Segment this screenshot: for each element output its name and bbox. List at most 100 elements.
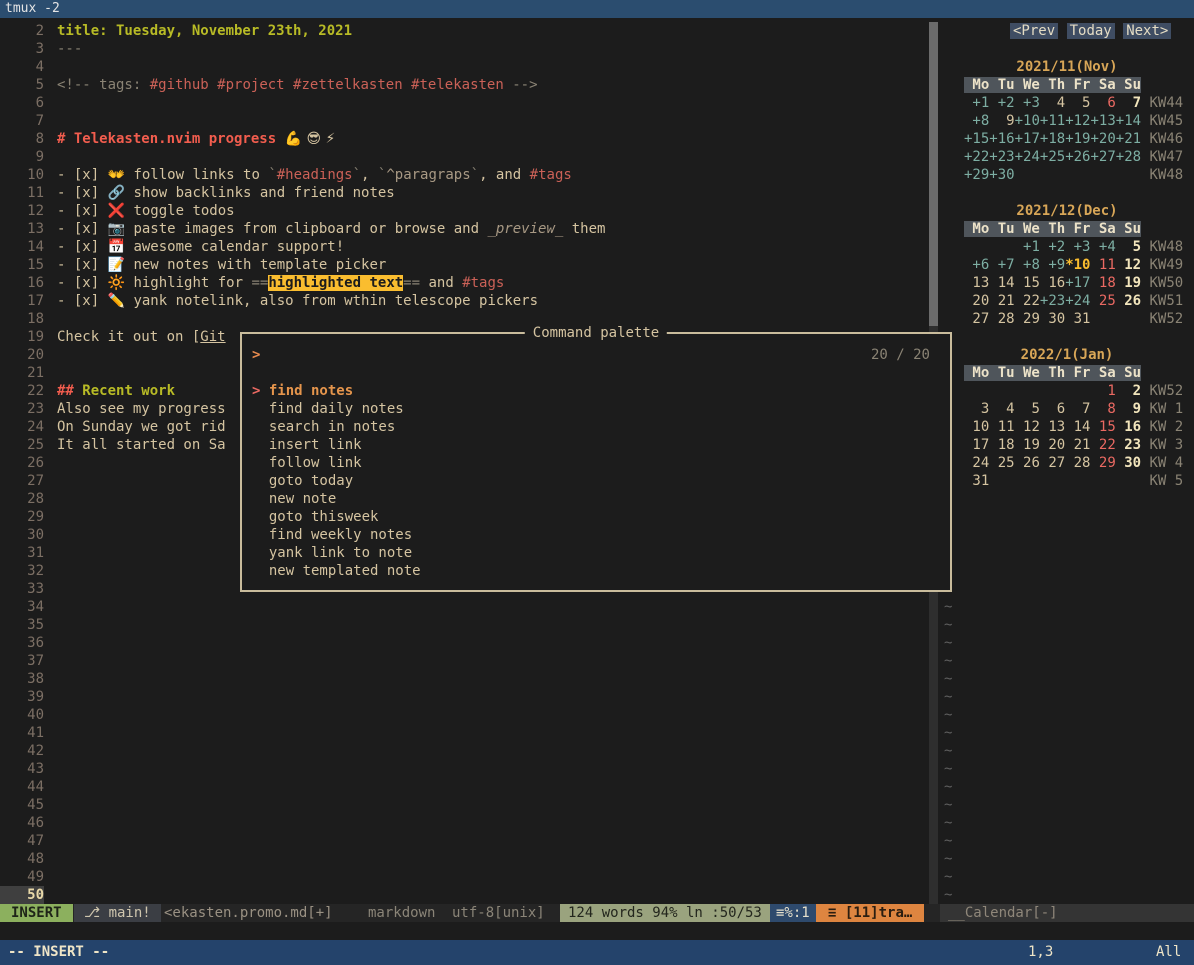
editor-line[interactable]: 12- [x] ❌ toggle todos xyxy=(0,202,929,220)
calendar-day[interactable]: 20 xyxy=(1040,437,1065,453)
calendar-day[interactable]: +2 xyxy=(1040,239,1065,255)
editor-line[interactable]: 35 xyxy=(0,616,929,634)
editor-line[interactable]: 46 xyxy=(0,814,929,832)
editor-line[interactable]: 49 xyxy=(0,868,929,886)
calendar-day[interactable]: +17 xyxy=(1015,131,1040,147)
editor-line[interactable]: 38 xyxy=(0,670,929,688)
calendar-day[interactable]: +14 xyxy=(1116,113,1141,129)
calendar-day[interactable]: 21 xyxy=(989,293,1014,309)
editor-line[interactable]: 45 xyxy=(0,796,929,814)
editor-line[interactable]: 39 xyxy=(0,688,929,706)
editor-line[interactable]: 41 xyxy=(0,724,929,742)
calendar-day[interactable]: +16 xyxy=(989,131,1014,147)
calendar-day[interactable]: 3 xyxy=(964,401,989,417)
palette-item[interactable]: insert link xyxy=(252,436,940,454)
editor-line[interactable]: 16- [x] 🔆 highlight for ==highlighted te… xyxy=(0,274,929,292)
palette-item[interactable]: yank link to note xyxy=(252,544,940,562)
calendar-day[interactable]: 6 xyxy=(1090,95,1115,111)
editor-line[interactable]: 37 xyxy=(0,652,929,670)
editor-line[interactable]: 47 xyxy=(0,832,929,850)
calendar-day[interactable]: +23 xyxy=(1040,293,1065,309)
calendar-day[interactable]: +6 xyxy=(964,257,989,273)
editor-line[interactable]: 5<!-- tags: #github #project #zettelkast… xyxy=(0,76,929,94)
calendar-day[interactable]: 10 xyxy=(964,419,989,435)
palette-item[interactable]: find daily notes xyxy=(252,400,940,418)
calendar-day[interactable]: 29 xyxy=(1090,455,1115,471)
calendar-day[interactable]: 30 xyxy=(1040,311,1065,327)
calendar-day[interactable]: +11 xyxy=(1040,113,1065,129)
calendar-day[interactable]: 5 xyxy=(1065,95,1090,111)
calendar-day[interactable]: 11 xyxy=(1090,257,1115,273)
editor-line[interactable]: 3--- xyxy=(0,40,929,58)
calendar-day[interactable]: +24 xyxy=(1015,149,1040,165)
palette-item[interactable]: goto thisweek xyxy=(252,508,940,526)
calendar-day[interactable]: +7 xyxy=(989,257,1014,273)
scrollbar-thumb[interactable] xyxy=(929,22,938,326)
calendar-day[interactable]: 15 xyxy=(1090,419,1115,435)
editor-line[interactable]: 10- [x] 👐 follow links to `#headings`, `… xyxy=(0,166,929,184)
calendar-day[interactable]: 2 xyxy=(1116,383,1141,399)
calendar-day[interactable]: 19 xyxy=(1015,437,1040,453)
calendar-day[interactable]: +25 xyxy=(1040,149,1065,165)
palette-item[interactable]: goto today xyxy=(252,472,940,490)
calendar-day[interactable]: +23 xyxy=(989,149,1014,165)
calendar-day[interactable]: +2 xyxy=(989,95,1014,111)
calendar-day[interactable]: +8 xyxy=(964,113,989,129)
palette-item[interactable]: find weekly notes xyxy=(252,526,940,544)
calendar-day[interactable]: 15 xyxy=(1015,275,1040,291)
calendar-day[interactable]: 9 xyxy=(989,113,1014,129)
editor-line[interactable]: 43 xyxy=(0,760,929,778)
editor-line[interactable]: 48 xyxy=(0,850,929,868)
calendar-day[interactable]: 16 xyxy=(1116,419,1141,435)
next-button[interactable]: Next> xyxy=(1123,23,1171,39)
prompt-caret[interactable]: > xyxy=(252,346,260,364)
editor-line[interactable]: 13- [x] 📷 paste images from clipboard or… xyxy=(0,220,929,238)
calendar-day[interactable]: 26 xyxy=(1116,293,1141,309)
calendar-day[interactable]: +12 xyxy=(1065,113,1090,129)
calendar-day[interactable]: +30 xyxy=(989,167,1014,183)
calendar-day[interactable]: +9 xyxy=(1040,257,1065,273)
calendar-day[interactable]: 13 xyxy=(964,275,989,291)
calendar-day[interactable]: +4 xyxy=(1090,239,1115,255)
calendar-day[interactable]: 27 xyxy=(964,311,989,327)
editor-line[interactable]: 14- [x] 📅 awesome calendar support! xyxy=(0,238,929,256)
palette-item[interactable]: new note xyxy=(252,490,940,508)
editor-line[interactable]: 8# Telekasten.nvim progress 💪 😎 ⚡ xyxy=(0,130,929,148)
calendar-day[interactable]: 14 xyxy=(1065,419,1090,435)
editor-line[interactable]: 34 xyxy=(0,598,929,616)
editor-line[interactable]: 42 xyxy=(0,742,929,760)
calendar-day[interactable]: 25 xyxy=(1090,293,1115,309)
calendar-day[interactable]: 26 xyxy=(1015,455,1040,471)
calendar-day[interactable]: 22 xyxy=(1090,437,1115,453)
calendar-day[interactable]: 21 xyxy=(1065,437,1090,453)
today-button[interactable]: Today xyxy=(1067,23,1115,39)
calendar-day[interactable]: *10 xyxy=(1065,257,1090,273)
calendar-day[interactable]: 29 xyxy=(1015,311,1040,327)
palette-item[interactable]: new templated note xyxy=(252,562,940,580)
calendar-day[interactable]: +1 xyxy=(964,95,989,111)
calendar-day[interactable]: +8 xyxy=(1015,257,1040,273)
calendar-day[interactable]: 9 xyxy=(1116,401,1141,417)
editor-line[interactable]: 6 xyxy=(0,94,929,112)
calendar-day[interactable]: 13 xyxy=(1040,419,1065,435)
calendar-day[interactable]: +26 xyxy=(1065,149,1090,165)
editor-line[interactable]: 4 xyxy=(0,58,929,76)
calendar-day[interactable]: 4 xyxy=(1040,95,1065,111)
calendar-day[interactable]: +24 xyxy=(1065,293,1090,309)
calendar-day[interactable]: 31 xyxy=(1065,311,1090,327)
calendar-day[interactable]: +20 xyxy=(1090,131,1115,147)
calendar-day[interactable]: +3 xyxy=(1015,95,1040,111)
editor-line[interactable]: 36 xyxy=(0,634,929,652)
palette-item[interactable]: search in notes xyxy=(252,418,940,436)
editor-line[interactable]: 50 xyxy=(0,886,929,904)
prev-button[interactable]: <Prev xyxy=(1010,23,1058,39)
palette-item[interactable]: > find notes xyxy=(252,382,940,400)
editor-line[interactable]: 18 xyxy=(0,310,929,328)
calendar-day[interactable]: 19 xyxy=(1116,275,1141,291)
calendar-day[interactable]: +19 xyxy=(1065,131,1090,147)
calendar-day[interactable]: +27 xyxy=(1090,149,1115,165)
calendar-day[interactable]: 18 xyxy=(1090,275,1115,291)
calendar-day[interactable]: 30 xyxy=(1116,455,1141,471)
calendar-day[interactable]: 11 xyxy=(989,419,1014,435)
calendar-day[interactable]: 31 xyxy=(964,473,989,489)
